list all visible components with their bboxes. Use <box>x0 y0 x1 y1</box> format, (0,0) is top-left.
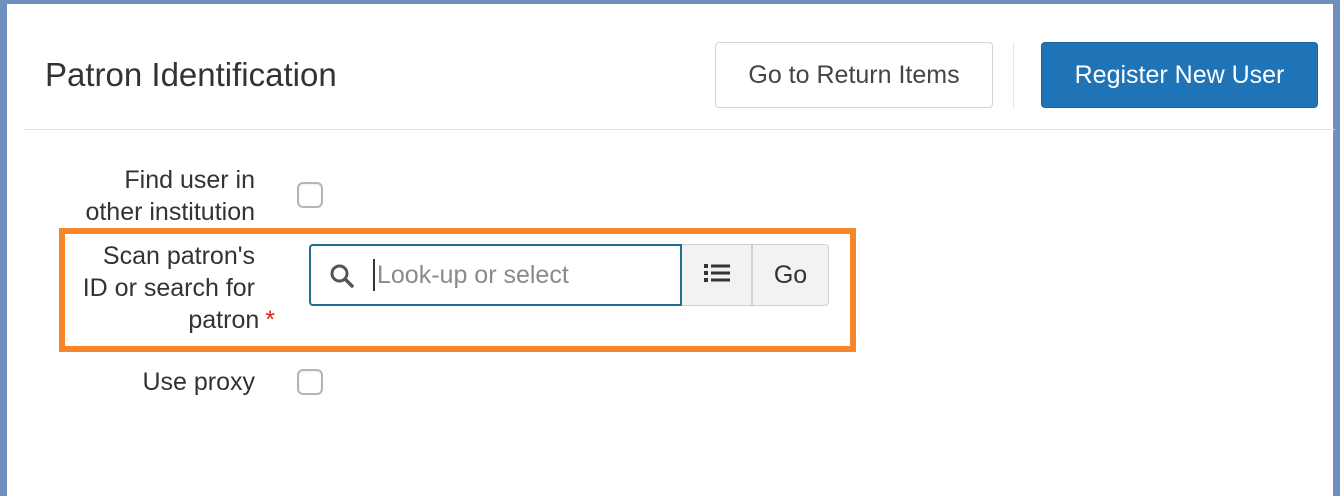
use-proxy-checkbox[interactable] <box>297 369 323 395</box>
text-cursor <box>373 259 375 291</box>
panel-header: Patron Identification Go to Return Items… <box>24 10 1335 130</box>
list-select-button[interactable] <box>682 244 752 306</box>
required-asterisk: * <box>265 306 275 334</box>
find-other-institution-label-line1: Find user in <box>124 166 255 194</box>
search-icon <box>329 263 355 289</box>
header-divider <box>1013 42 1014 108</box>
find-other-institution-checkbox[interactable] <box>297 182 323 208</box>
go-button[interactable]: Go <box>752 244 829 306</box>
panel-frame: Patron Identification Go to Return Items… <box>0 0 1340 496</box>
scan-patron-label-line2: ID or search for <box>82 274 255 302</box>
scan-patron-label-line3: patron <box>188 306 260 334</box>
list-icon <box>703 263 730 288</box>
page-title: Patron Identification <box>45 56 337 93</box>
scan-patron-label: Scan patron's ID or search for patron * <box>82 240 275 336</box>
patron-search-input[interactable] <box>377 254 667 296</box>
register-new-user-button[interactable]: Register New User <box>1041 42 1318 108</box>
go-to-return-items-button[interactable]: Go to Return Items <box>715 42 993 108</box>
scan-patron-label-line1: Scan patron's <box>102 242 255 270</box>
patron-search-field[interactable] <box>309 244 682 306</box>
use-proxy-label: Use proxy <box>142 368 255 396</box>
find-other-institution-label-line2: other institution <box>85 198 255 226</box>
find-other-institution-label: Find user in other institution <box>85 164 255 228</box>
